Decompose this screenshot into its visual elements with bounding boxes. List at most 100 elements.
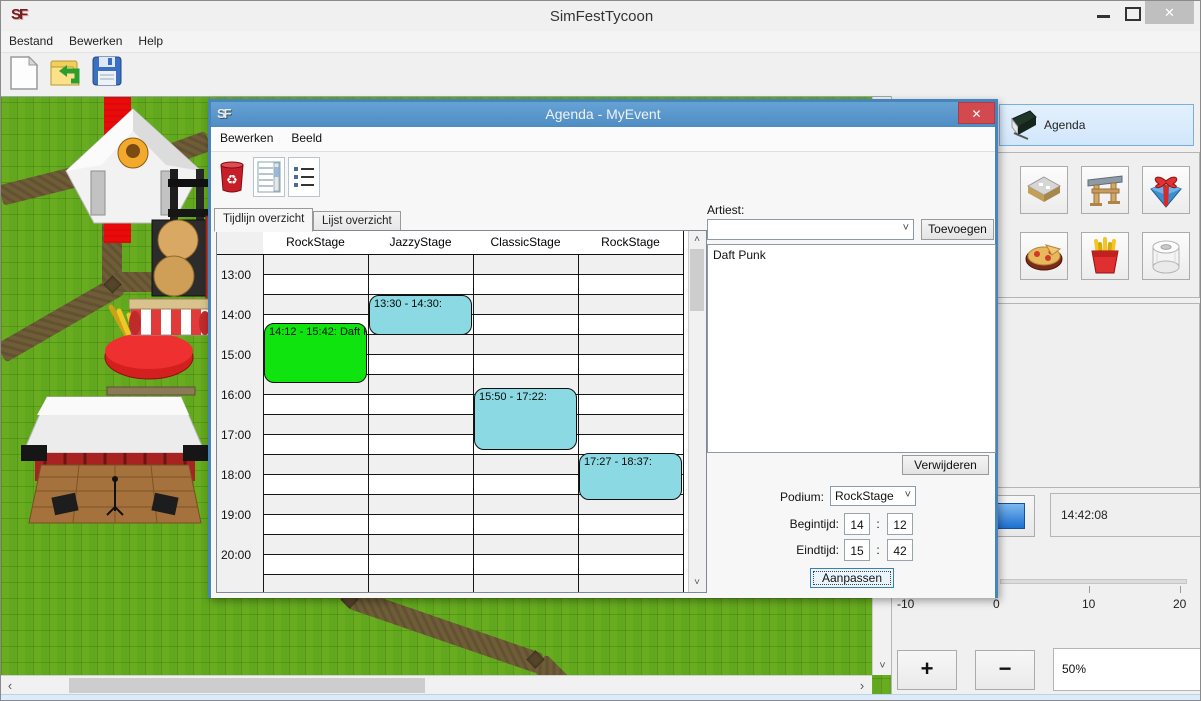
speed-slider[interactable] [1000, 579, 1187, 584]
time-colon: : [874, 543, 882, 557]
striped-stand[interactable] [129, 297, 211, 343]
map-horizontal-scrollbar[interactable]: ‹ › [1, 675, 872, 695]
dialog-close-button[interactable]: ✕ [958, 102, 995, 124]
open-folder-icon [49, 55, 83, 89]
list-view-button[interactable] [288, 157, 320, 197]
items-panel [997, 152, 1200, 298]
info-panel [997, 303, 1200, 488]
slider-tick [1089, 586, 1090, 593]
grid-column-line [263, 231, 264, 592]
open-file-button[interactable] [49, 55, 85, 93]
schedule-event[interactable]: 17:27 - 18:37: [579, 453, 682, 500]
item-toilet-paper[interactable] [1142, 232, 1190, 280]
trash-recycle-icon: ♻ [219, 161, 245, 193]
scroll-down-icon[interactable]: ˅ [689, 575, 705, 591]
list-view-icon [292, 164, 316, 190]
play-icon [997, 503, 1025, 529]
zoom-level-field[interactable]: 50% [1053, 648, 1201, 691]
status-strip [1, 694, 1201, 701]
delete-event-button[interactable]: ♻ [217, 159, 247, 195]
menu-help[interactable]: Help [130, 31, 171, 51]
item-gift[interactable] [1142, 166, 1190, 214]
podium-combo-value: RockStage [835, 489, 894, 503]
begin-hour-field[interactable]: 14 [844, 513, 870, 535]
grid-column-line [368, 231, 369, 592]
agenda-book-icon [1008, 109, 1040, 141]
artist-listbox[interactable]: Daft Punk [707, 244, 996, 453]
apply-button[interactable]: Aanpassen [810, 568, 894, 588]
scrollbar-thumb[interactable] [690, 249, 704, 311]
stage-column-header: JazzyStage [368, 231, 473, 254]
scroll-right-icon[interactable]: › [853, 676, 871, 695]
scroll-left-icon[interactable]: ‹ [1, 676, 19, 695]
combo-arrow-icon: ˅ [905, 489, 911, 501]
hour-label: 18:00 [221, 467, 261, 483]
window-titlebar: SF SimFestTycoon ✕ [1, 1, 1201, 31]
application-window: SF SimFestTycoon ✕ BestandBewerkenHelp [0, 0, 1201, 701]
item-platform-tile[interactable] [1020, 166, 1068, 214]
hour-label: 15:00 [221, 347, 261, 363]
hour-label: 20:00 [221, 547, 261, 563]
tab-lijst-overzicht[interactable]: Lijst overzicht [313, 211, 401, 231]
save-file-button[interactable] [91, 55, 127, 93]
svg-text:♻: ♻ [226, 173, 238, 188]
scrollbar-thumb[interactable] [69, 678, 425, 693]
slider-label: 10 [1082, 597, 1095, 611]
item-fries[interactable] [1081, 232, 1129, 280]
dialog-body: BewerkenBeeld ♻ [211, 127, 995, 598]
podium-combobox[interactable]: RockStage ˅ [830, 486, 916, 506]
dialog-titlebar[interactable]: SF Agenda - MyEvent ✕ [211, 102, 995, 127]
agenda-button[interactable]: Agenda [999, 104, 1194, 146]
time-gutter: 13:0014:0015:0016:0017:0018:0019:0020:00 [217, 231, 263, 592]
zoom-out-button[interactable]: − [975, 650, 1035, 690]
platform-tile-icon [1025, 173, 1063, 207]
add-artist-button[interactable]: Toevoegen [921, 219, 994, 240]
time-colon: : [874, 517, 882, 531]
schedule-event[interactable]: 13:30 - 14:30: [369, 295, 472, 335]
close-button[interactable]: ✕ [1145, 1, 1194, 24]
schedule-event[interactable]: 14:12 - 15:42: Daft Punk [264, 323, 367, 383]
header-divider [217, 254, 683, 255]
hour-label: 13:00 [221, 267, 261, 283]
scroll-up-icon[interactable]: ˄ [689, 232, 705, 248]
end-min-field[interactable]: 42 [887, 539, 913, 561]
podium-label: Podium: [762, 490, 824, 504]
schedule-event[interactable]: 15:50 - 17:22: [474, 388, 577, 449]
scroll-down-icon[interactable]: ˅ [873, 657, 891, 675]
menu-bestand[interactable]: Bestand [1, 31, 61, 51]
new-file-icon [9, 55, 39, 91]
menu-bewerken[interactable]: Bewerken [61, 31, 130, 51]
minimize-icon[interactable] [1097, 15, 1110, 18]
artist-combobox[interactable]: ˅ [707, 219, 914, 240]
artist-list-item[interactable]: Daft Punk [708, 245, 995, 265]
slider-label: 20 [1173, 597, 1186, 611]
zoom-in-button[interactable]: + [897, 650, 957, 690]
timeline-view-button[interactable] [253, 157, 285, 197]
grid-column-line [578, 231, 579, 592]
remove-artist-button[interactable]: Verwijderen [902, 455, 989, 475]
agenda-label: Agenda [1044, 118, 1085, 132]
save-floppy-icon [91, 55, 123, 87]
schedule-grid[interactable]: 13:0014:0015:0016:0017:0018:0019:0020:00… [216, 230, 707, 593]
eindtijd-label: Eindtijd: [769, 543, 839, 557]
slider-tick [1180, 586, 1181, 593]
item-torii-gate[interactable] [1081, 166, 1129, 214]
main-toolbar [1, 53, 1201, 95]
dialog-menu-bewerken[interactable]: Bewerken [211, 127, 282, 149]
dialog-menubar: BewerkenBeeld [211, 127, 995, 152]
table-view-icon [257, 161, 281, 193]
tab-tijdlijn-overzicht[interactable]: Tijdlijn overzicht [214, 208, 313, 232]
main-stage[interactable] [19, 395, 211, 537]
item-pizza[interactable] [1020, 232, 1068, 280]
new-file-button[interactable] [9, 55, 45, 93]
begin-min-field[interactable]: 12 [887, 513, 913, 535]
game-clock: 14:42:08 [1050, 493, 1201, 537]
maximize-icon[interactable] [1125, 7, 1141, 21]
hour-label: 14:00 [221, 307, 261, 323]
end-hour-field[interactable]: 15 [844, 539, 870, 561]
hour-label: 19:00 [221, 507, 261, 523]
window-title: SimFestTycoon [1, 8, 1201, 25]
grid-column-line [683, 231, 684, 592]
schedule-scrollbar[interactable]: ˄ ˅ [688, 231, 706, 592]
dialog-menu-beeld[interactable]: Beeld [282, 127, 331, 149]
